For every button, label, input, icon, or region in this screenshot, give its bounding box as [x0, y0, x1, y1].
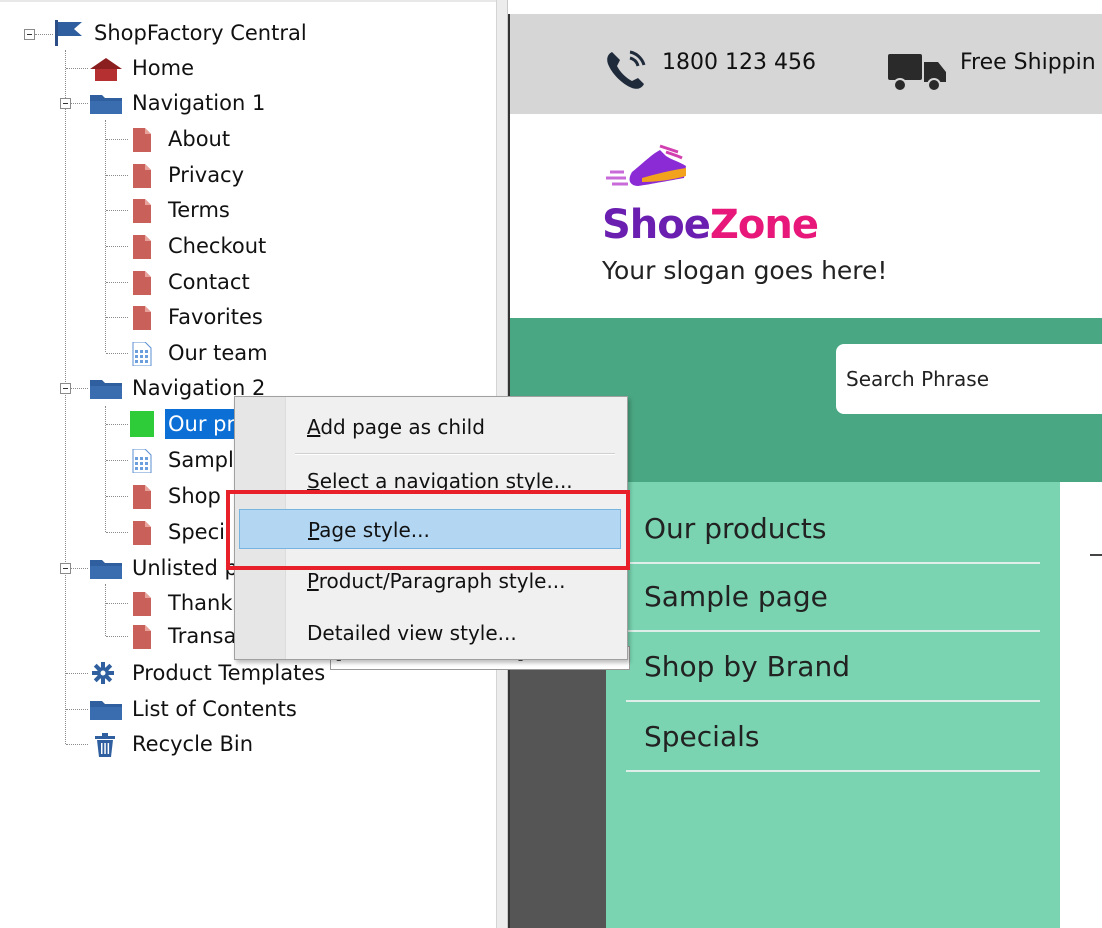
dash-mark	[1090, 554, 1102, 556]
content-right	[1060, 482, 1102, 928]
tree-item-label: Speci	[168, 520, 225, 544]
phone-number: 1800 123 456	[662, 50, 816, 75]
tree-connector	[106, 210, 128, 211]
folder-icon	[88, 557, 122, 579]
menu-item-label: roduct/Paragraph style...	[318, 569, 566, 593]
page-icon	[132, 521, 154, 545]
menu-add-page-as-child[interactable]: Add page as child	[239, 407, 621, 447]
menu-detailed-view-style[interactable]: Detailed view style...	[239, 613, 621, 653]
grid-page-icon	[132, 341, 154, 367]
preview-header: ShoeZone Your slogan goes here!	[510, 114, 1102, 318]
tree-item-label: List of Contents	[132, 697, 297, 721]
tree-item-label: Recycle Bin	[132, 732, 254, 756]
grid-page-icon	[132, 448, 154, 474]
menu-item-label: dd page as child	[320, 415, 485, 439]
search-input[interactable]: Search Phrase	[836, 344, 1102, 414]
tree-connector	[66, 673, 88, 674]
shipping-text: Free Shippin	[960, 50, 1096, 75]
folder-icon	[88, 698, 122, 720]
tree-connector	[106, 424, 128, 425]
tree-item-label: Checkout	[168, 234, 267, 258]
tree-item-label: Privacy	[168, 163, 245, 187]
logo-wordmark: ShoeZone	[602, 202, 819, 248]
menu-separator	[295, 453, 615, 455]
tree-item-label: Product Templates	[132, 661, 326, 685]
tree-connector	[106, 353, 128, 354]
collapse-toggle[interactable]	[60, 383, 71, 394]
slogan: Your slogan goes here!	[602, 256, 888, 285]
tree-connector	[106, 636, 128, 637]
page-icon	[132, 199, 154, 223]
tree-connector	[35, 34, 53, 35]
tree-item-label: Sampl	[168, 448, 234, 472]
logo-zone-text: Zone	[709, 202, 819, 248]
tree-connector	[71, 103, 88, 104]
menu-item-our-products[interactable]: Our products	[626, 496, 1040, 564]
shoe-logo-icon	[602, 144, 692, 208]
gear-icon	[92, 662, 114, 684]
collapse-toggle[interactable]	[60, 563, 71, 574]
menu-item-specials[interactable]: Specials	[626, 704, 1040, 772]
collapse-toggle[interactable]	[60, 98, 71, 109]
page-icon	[132, 128, 154, 152]
tree-connector	[106, 282, 128, 283]
accelerator-key: P	[307, 569, 319, 593]
flag-icon	[54, 20, 82, 46]
phone-icon	[604, 48, 652, 94]
collapse-toggle[interactable]	[24, 29, 35, 40]
tree-connector	[106, 496, 128, 497]
tree-connector	[106, 603, 128, 604]
home-icon	[88, 57, 122, 81]
category-menu: Our products Sample page Shop by Brand S…	[606, 482, 1060, 928]
tree-item-label: Navigation 1	[132, 91, 266, 115]
tree-item-label: Shop	[168, 484, 221, 508]
folder-icon	[88, 377, 122, 399]
tree-item-label: Our pr	[165, 409, 239, 439]
page-icon	[132, 235, 154, 259]
tree-connector	[106, 317, 128, 318]
tree-item-label: About	[168, 127, 231, 151]
tree-item-label: Thank	[168, 591, 233, 615]
page-icon	[132, 306, 154, 330]
folder-icon	[88, 92, 122, 114]
tree-connector	[106, 139, 128, 140]
tree-connector	[65, 50, 66, 744]
tree-connector	[66, 744, 88, 745]
green-square-icon	[130, 411, 154, 437]
tree-connector	[106, 175, 128, 176]
highlight-box	[226, 490, 630, 570]
menu-item-shop-by-brand[interactable]: Shop by Brand	[626, 634, 1040, 702]
tree-connector	[106, 246, 128, 247]
tree-item-label: Unlisted p	[132, 556, 238, 580]
tree-connector	[71, 568, 88, 569]
page-icon	[132, 485, 154, 509]
preview-topbar: 1800 123 456 Free Shippin	[510, 14, 1102, 114]
tree-connector	[106, 532, 128, 533]
truck-icon	[888, 52, 948, 96]
tree-item-label: Terms	[168, 198, 230, 222]
tree-item-label: Transa	[168, 624, 237, 648]
menu-item-sample-page[interactable]: Sample page	[626, 564, 1040, 632]
accelerator-key: A	[307, 415, 321, 439]
tree-item-label: Contact	[168, 270, 250, 294]
tree-connector	[71, 388, 88, 389]
page-icon	[132, 592, 154, 616]
tree-item-label: Our team	[168, 341, 268, 365]
trash-icon	[94, 733, 116, 757]
logo-shoe-text: Shoe	[602, 202, 711, 248]
tree-item-label: Home	[132, 56, 195, 80]
tree-connector	[105, 584, 106, 636]
page-icon	[132, 625, 154, 649]
tree-root-label: ShopFactory Central	[94, 21, 307, 45]
tree-connector	[66, 709, 88, 710]
tree-connector	[106, 460, 128, 461]
menu-item-label: Detailed view style...	[307, 621, 517, 645]
tree-connector	[66, 68, 88, 69]
page-icon	[132, 271, 154, 295]
page-icon	[132, 164, 154, 188]
tree-item-label: Favorites	[168, 305, 263, 329]
